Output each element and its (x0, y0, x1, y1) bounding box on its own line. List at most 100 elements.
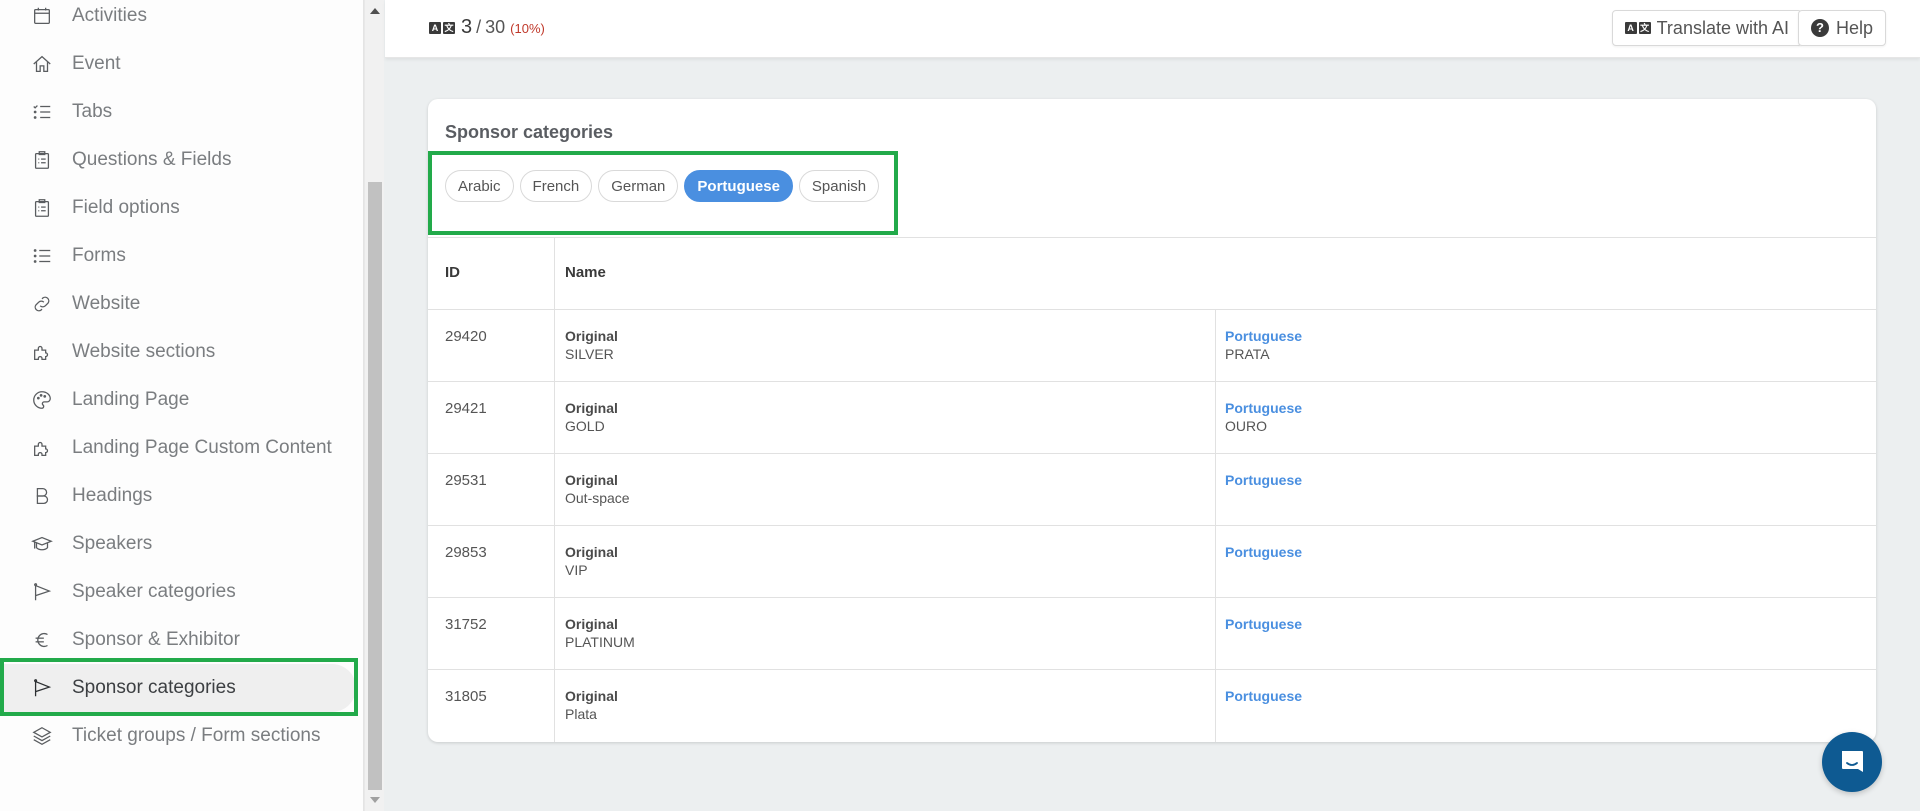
checklist-icon (30, 100, 54, 124)
sidebar-item-label: Forms (72, 245, 126, 266)
clipboard-icon (30, 148, 54, 172)
help-button[interactable]: ? Help (1797, 10, 1886, 46)
original-value: SILVER (565, 346, 614, 362)
language-tab-portuguese[interactable]: Portuguese (684, 170, 793, 202)
row-id: 31752 (428, 598, 555, 669)
translation-cell[interactable]: Portuguese OURO (1216, 382, 1876, 453)
clipboard-icon (30, 196, 54, 220)
column-header-name: Name (565, 264, 606, 281)
language-tab-spanish[interactable]: Spanish (798, 170, 880, 202)
sidebar-item-label: Speaker categories (72, 581, 236, 602)
sidebar-item-label: Field options (72, 197, 180, 218)
table-row: 29531 Original Out-space Portuguese (428, 454, 1876, 526)
sidebar-item-website-sections[interactable]: Website sections (0, 328, 356, 376)
translate-icon-a: A (1624, 22, 1637, 34)
original-cell: Original VIP (555, 526, 1216, 597)
column-header-id: ID (428, 238, 555, 309)
table-row: 31752 Original PLATINUM Portuguese (428, 598, 1876, 670)
sidebar-item-activities[interactable]: Activities (0, 0, 356, 40)
sidebar-item-landing-page-custom-content[interactable]: Landing Page Custom Content (0, 424, 356, 472)
progress-separator: / (476, 17, 482, 37)
calendar-icon (30, 4, 54, 28)
original-value: Plata (565, 706, 597, 722)
sidebar-item-ticket-groups-form-sections[interactable]: Ticket groups / Form sections (0, 712, 356, 760)
sidebar-item-landing-page[interactable]: Landing Page (0, 376, 356, 424)
sidebar-item-speaker-categories[interactable]: Speaker categories (0, 568, 356, 616)
original-cell: Original Out-space (555, 454, 1216, 525)
sponsor-categories-card: Sponsor categories Arabic French German Por… (428, 99, 1876, 742)
list-icon (30, 244, 54, 268)
original-value: PLATINUM (565, 634, 635, 650)
row-id: 29853 (428, 526, 555, 597)
sidebar-item-label: Headings (72, 485, 153, 506)
sidebar-item-label: Speakers (72, 533, 153, 554)
translate-with-ai-button[interactable]: A文 Translate with AI (1611, 10, 1802, 46)
flag-icon (30, 580, 54, 604)
flag-icon (30, 676, 54, 700)
progress-total: 30 (485, 17, 506, 37)
sidebar-item-forms[interactable]: Forms (0, 232, 356, 280)
sidebar-item-label: Tabs (72, 101, 113, 122)
translation-value: PRATA (1225, 346, 1270, 362)
translate-icon: A文 (1624, 22, 1651, 34)
sidebar-item-field-options[interactable]: Field options (0, 184, 356, 232)
language-tab-french[interactable]: French (519, 170, 593, 202)
link-icon (30, 292, 54, 316)
translation-cell[interactable]: Portuguese (1216, 526, 1876, 597)
translation-progress: A文 3 / 30 (10%) (429, 16, 545, 39)
question-circle-icon: ? (1810, 19, 1829, 37)
progress-done: 3 (461, 16, 473, 38)
translation-language-link[interactable]: Portuguese (1225, 472, 1859, 488)
euro-icon (30, 628, 54, 652)
row-id: 31805 (428, 670, 555, 742)
sidebar-item-website[interactable]: Website (0, 280, 356, 328)
sidebar-item-tabs[interactable]: Tabs (0, 88, 356, 136)
sidebar-item-label: Landing Page (72, 389, 190, 410)
translate-icon-a: A (429, 22, 441, 34)
translation-language-link[interactable]: Portuguese (1225, 544, 1859, 560)
translate-with-ai-label: Translate with AI (1656, 17, 1789, 38)
scroll-up-arrow-icon[interactable] (370, 8, 380, 14)
table-row: 29853 Original VIP Portuguese (428, 526, 1876, 598)
original-value: VIP (565, 562, 588, 578)
sidebar-item-label: Website (72, 293, 141, 314)
layers-icon (30, 724, 54, 748)
original-cell: Original Plata (555, 670, 1216, 742)
scroll-down-arrow-icon[interactable] (370, 797, 380, 803)
language-tab-arabic[interactable]: Arabic (445, 170, 514, 202)
table-row: 29420 Original SILVER Portuguese PRATA (428, 310, 1876, 382)
translate-icon: A文 (429, 22, 455, 34)
translation-cell[interactable]: Portuguese (1216, 598, 1876, 669)
translation-language-link[interactable]: Portuguese (1225, 616, 1859, 632)
sidebar-item-event[interactable]: Event (0, 40, 356, 88)
sidebar-item-headings[interactable]: Headings (0, 472, 356, 520)
palette-icon (30, 388, 54, 412)
original-value: GOLD (565, 418, 605, 434)
translate-icon-b: 文 (443, 22, 455, 34)
sidebar-item-label: Website sections (72, 341, 216, 362)
original-label: Original (565, 544, 618, 560)
sidebar-item-sponsor-exhibitor[interactable]: Sponsor & Exhibitor (0, 616, 356, 664)
original-cell: Original GOLD (555, 382, 1216, 453)
language-tab-german[interactable]: German (598, 170, 679, 202)
original-cell: Original PLATINUM (555, 598, 1216, 669)
translation-cell[interactable]: Portuguese PRATA (1216, 310, 1876, 381)
translation-language-link[interactable]: Portuguese (1225, 688, 1859, 704)
sidebar-item-label: Ticket groups / Form sections (72, 725, 321, 746)
table-row: 31805 Original Plata Portuguese (428, 670, 1876, 742)
translation-language-link[interactable]: Portuguese (1225, 328, 1859, 344)
translation-cell[interactable]: Portuguese (1216, 670, 1876, 742)
translation-language-link[interactable]: Portuguese (1225, 400, 1859, 416)
card-title: Sponsor categories (445, 122, 614, 142)
sidebar-item-speakers[interactable]: Speakers (0, 520, 356, 568)
row-id: 29531 (428, 454, 555, 525)
chat-launcher-button[interactable] (1822, 732, 1882, 792)
sidebar-item-questions-fields[interactable]: Questions & Fields (0, 136, 356, 184)
sidebar-item-label: Sponsor categories (72, 677, 236, 698)
original-label: Original (565, 472, 618, 488)
sidebar-item-sponsor-categories[interactable]: Sponsor categories (0, 664, 356, 712)
scrollbar-thumb[interactable] (368, 182, 382, 790)
translation-cell[interactable]: Portuguese (1216, 454, 1876, 525)
row-id: 29421 (428, 382, 555, 453)
sidebar-scrollbar[interactable] (364, 0, 384, 811)
